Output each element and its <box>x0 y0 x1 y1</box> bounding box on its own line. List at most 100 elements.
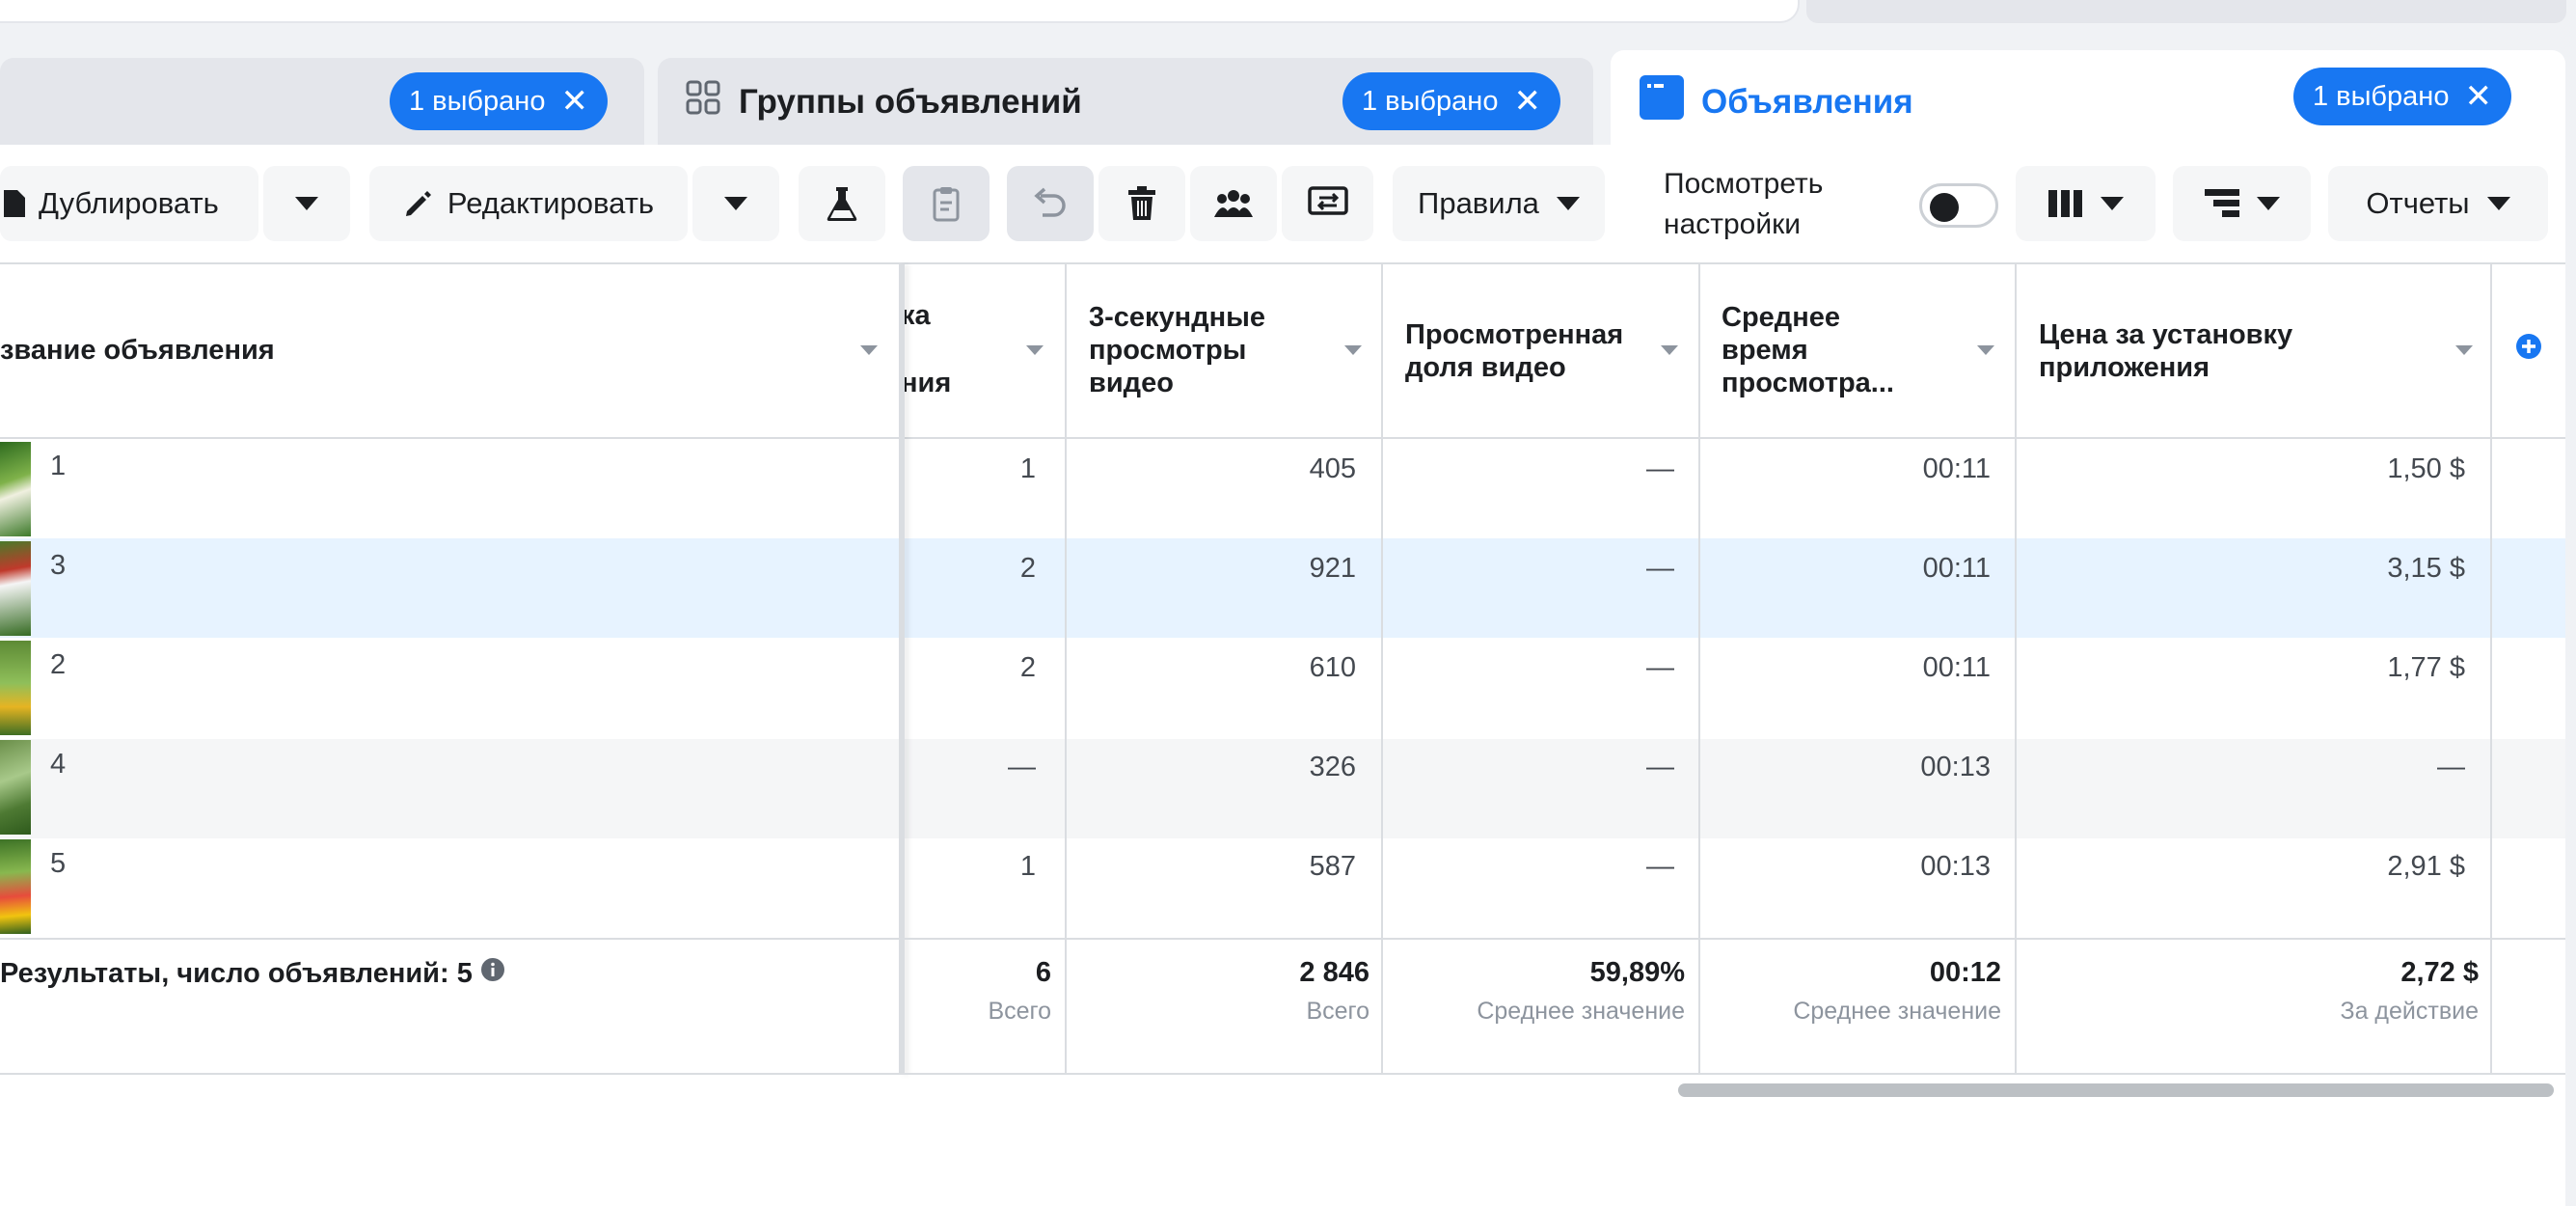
top-bar-right[interactable] <box>1806 0 2566 23</box>
view-settings-toggle[interactable] <box>1919 183 1998 228</box>
ad-sets-selected-badge[interactable]: 1 выбрано ✕ <box>1342 72 1560 130</box>
ad-name[interactable]: 3 <box>50 550 66 582</box>
caret-down-icon <box>2486 197 2510 210</box>
columns-icon <box>2047 190 2083 217</box>
edit-dropdown-button[interactable] <box>692 166 779 241</box>
document-icon <box>4 190 25 217</box>
close-icon[interactable]: ✕ <box>560 85 588 118</box>
delete-button[interactable] <box>1098 166 1185 241</box>
cell-install-cost: 1,50 $ <box>2387 453 2465 484</box>
header-line: просмотра... <box>1722 368 1894 398</box>
sort-icon[interactable] <box>1661 345 1678 355</box>
summary-results-sub: Всего <box>988 998 1051 1025</box>
tab-ad-sets[interactable]: Группы объявлений 1 выбрано ✕ <box>658 58 1593 145</box>
summary-avg-time: 00:12 <box>1929 957 2001 988</box>
undo-button[interactable] <box>1007 166 1094 241</box>
ab-test-button[interactable] <box>799 166 885 241</box>
edit-button[interactable]: Редактировать <box>369 166 688 241</box>
breakdown-button[interactable] <box>2173 166 2311 241</box>
ad-thumbnail <box>0 541 31 636</box>
badge-label: 1 выбрано <box>409 85 546 117</box>
summary-3s-views-sub: Всего <box>1306 998 1369 1025</box>
column-header-watched-share[interactable]: Просмотренная доля видео <box>1405 318 1623 384</box>
cell-results: 2 <box>1019 553 1036 584</box>
cell-avg-time: 00:13 <box>1920 851 1991 882</box>
header-line: Цена за установку <box>2039 319 2293 350</box>
table-row[interactable]: 2 2 610 — 00:11 1,77 $ <box>0 638 2565 737</box>
caret-down-icon <box>2256 197 2280 210</box>
summary-install-cost: 2,72 $ <box>2400 957 2479 988</box>
cell-avg-time: 00:11 <box>1922 652 1991 683</box>
rules-button[interactable]: Правила <box>1393 166 1605 241</box>
summary-install-cost-sub: За действие <box>2340 998 2479 1025</box>
tab-ads[interactable]: Объявления 1 выбрано ✕ <box>1611 50 2565 156</box>
ads-selected-badge[interactable]: 1 выбрано ✕ <box>2293 68 2511 125</box>
cell-watched-share: — <box>1646 851 1674 882</box>
ad-name[interactable]: 5 <box>50 848 66 880</box>
table-row[interactable]: 4 — 326 — 00:13 — <box>0 737 2565 836</box>
flask-icon <box>826 185 858 222</box>
close-icon[interactable]: ✕ <box>1513 85 1541 118</box>
column-header-results-line-1[interactable]: ка <box>901 299 931 332</box>
people-icon <box>1214 188 1253 219</box>
ad-name[interactable]: 4 <box>50 749 66 781</box>
header-line: 3-секундные <box>1089 302 1266 333</box>
ads-tab-title: Объявления <box>1640 75 1913 128</box>
column-header-3s-views[interactable]: 3-секундные просмотры видео <box>1089 301 1265 399</box>
table-row[interactable]: 5 1 587 — 00:13 2,91 $ <box>0 836 2565 936</box>
duplicate-label: Дублировать <box>39 186 219 220</box>
view-settings-line-1: Посмотреть <box>1664 168 1824 200</box>
sort-icon[interactable] <box>860 345 878 355</box>
sort-icon[interactable] <box>1344 345 1362 355</box>
preview-button[interactable] <box>1282 166 1373 241</box>
ad-name[interactable]: 2 <box>50 649 66 681</box>
column-header-ad-name[interactable]: звание объявления <box>0 334 275 367</box>
paste-button[interactable] <box>903 166 990 241</box>
header-line: приложения <box>2039 352 2210 383</box>
summary-watched-share: 59,89% <box>1589 957 1685 988</box>
summary-label-text: Результаты, число объявлений: 5 <box>0 957 473 989</box>
ad-icon <box>1640 75 1684 128</box>
sort-icon[interactable] <box>1977 345 1994 355</box>
duplicate-dropdown-button[interactable] <box>263 166 350 241</box>
tab-campaigns[interactable]: 1 выбрано ✕ <box>0 58 644 145</box>
cell-watched-share: — <box>1646 752 1674 782</box>
cell-install-cost: 3,15 $ <box>2387 553 2465 584</box>
grid-icon <box>685 79 721 124</box>
cell-3s-views: 326 <box>1309 752 1356 782</box>
cell-install-cost: 1,77 $ <box>2387 652 2465 683</box>
reports-label: Отчеты <box>2366 186 2470 220</box>
campaigns-selected-badge[interactable]: 1 выбрано ✕ <box>390 72 608 130</box>
table-row[interactable]: 1 1 405 — 00:11 1,50 $ <box>0 439 2565 538</box>
audience-button[interactable] <box>1190 166 1277 241</box>
summary-avg-time-sub: Среднее значение <box>1793 998 2001 1025</box>
add-column-icon[interactable] <box>2515 333 2542 365</box>
sort-icon[interactable] <box>1026 345 1044 355</box>
info-icon[interactable] <box>480 957 505 990</box>
view-settings-line-2: настройки <box>1664 208 1802 240</box>
cell-3s-views: 587 <box>1309 851 1356 882</box>
close-icon[interactable]: ✕ <box>2464 80 2492 113</box>
cell-avg-time: 00:13 <box>1920 752 1991 782</box>
summary-results: 6 <box>1035 957 1051 988</box>
caret-down-icon <box>2100 197 2124 210</box>
cell-avg-time: 00:11 <box>1922 453 1991 484</box>
clipboard-icon <box>932 185 961 222</box>
column-header-install-cost[interactable]: Цена за установку приложения <box>2039 318 2292 384</box>
sort-icon[interactable] <box>2455 345 2473 355</box>
reports-button[interactable]: Отчеты <box>2328 166 2548 241</box>
ad-name[interactable]: 1 <box>50 451 66 482</box>
column-header-avg-watch-time[interactable]: Среднее время просмотра... <box>1722 301 1894 399</box>
table-top-border <box>0 262 2565 264</box>
horizontal-scrollbar[interactable] <box>1678 1083 2554 1097</box>
summary-watched-share-sub: Среднее значение <box>1477 998 1685 1025</box>
badge-label: 1 выбрано <box>2313 80 2450 112</box>
duplicate-button[interactable]: Дублировать <box>0 166 258 241</box>
column-header-results-line-2[interactable]: ния <box>901 367 951 399</box>
cell-watched-share: — <box>1646 553 1674 584</box>
columns-button[interactable] <box>2016 166 2156 241</box>
toggle-knob <box>1930 193 1959 222</box>
cell-results: 1 <box>1019 851 1036 882</box>
table-row[interactable]: 3 2 921 — 00:11 3,15 $ <box>0 538 2565 638</box>
pencil-icon <box>403 188 434 219</box>
